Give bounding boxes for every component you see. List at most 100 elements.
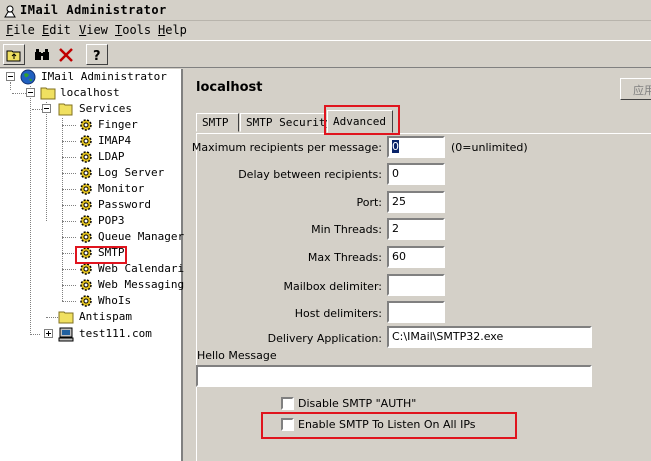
disable-auth-label: Disable SMTP "AUTH" <box>298 397 417 410</box>
max-threads-label: Max Threads: <box>307 251 382 264</box>
tree-item-label: Queue Manager <box>98 230 185 243</box>
gear-icon <box>80 247 92 259</box>
tree-item-monitor[interactable]: Monitor <box>0 181 183 197</box>
tree-item-label: Web Messaging <box>98 278 185 291</box>
min-threads-label: Min Threads: <box>311 223 382 236</box>
tree-item-label: Web Calendari <box>98 262 185 275</box>
menu-file[interactable]: File <box>6 23 35 37</box>
find-icon <box>35 49 49 60</box>
tree-item-label: IMAP4 <box>98 134 132 147</box>
delay-label: Delay between recipients: <box>238 168 382 181</box>
window-title: IMail Administrator <box>20 3 167 17</box>
tree-item-label: localhost <box>60 86 120 99</box>
delivery-app-input[interactable]: C:\IMail\SMTP32.exe <box>387 326 592 348</box>
tree-item-label: Monitor <box>98 182 145 195</box>
tree-item-services[interactable]: Services <box>0 101 183 117</box>
tree-item-label: LDAP <box>98 150 125 163</box>
listen-all-ips-checkbox[interactable] <box>281 418 294 431</box>
tree-item-label: Services <box>79 102 132 115</box>
tree-item-password[interactable]: Password <box>0 197 183 213</box>
min-threads-input[interactable]: 2 <box>387 218 445 240</box>
expand-icon[interactable] <box>44 329 53 338</box>
tree-item-label: Antispam <box>79 310 132 323</box>
tree-item-smtp[interactable]: SMTP <box>0 245 183 261</box>
menu-bar: File Edit View Tools Help <box>0 21 651 40</box>
gear-icon <box>80 151 92 163</box>
tab-smtp-security[interactable]: SMTP Security <box>240 113 332 132</box>
folder-icon <box>58 311 74 324</box>
tree-item-label: IMail Administrator <box>41 70 167 83</box>
gear-icon <box>80 199 92 211</box>
svg-text:?: ? <box>93 49 101 63</box>
max-recipients-input[interactable]: 0 <box>387 136 445 158</box>
app-icon <box>4 5 16 18</box>
delete-icon <box>59 48 73 62</box>
page-title: localhost <box>196 80 263 95</box>
host-delimiters-label: Host delimiters: <box>294 307 382 320</box>
tree-item-localhost[interactable]: localhost <box>0 85 183 101</box>
tree-item-web-messaging[interactable]: Web Messaging <box>0 277 185 293</box>
apply-button[interactable]: 应用 <box>620 78 651 100</box>
menu-edit[interactable]: Edit <box>42 23 71 37</box>
mailbox-delimiter-label: Mailbox delimiter: <box>283 280 382 293</box>
tab-advanced[interactable]: Advanced <box>327 110 393 133</box>
delivery-app-label: Delivery Application: <box>267 332 382 345</box>
hello-message-label: Hello Message <box>197 349 277 362</box>
gear-icon <box>80 263 92 275</box>
tree-item-root[interactable]: IMail Administrator <box>0 69 183 85</box>
gear-icon <box>80 183 92 195</box>
port-input[interactable]: 25 <box>387 191 445 213</box>
tree-item-ldap[interactable]: LDAP <box>0 149 183 165</box>
folder-icon <box>40 87 56 100</box>
max-recipients-hint: (0=unlimited) <box>451 141 528 154</box>
tree-item-label: Log Server <box>98 166 165 179</box>
tree-item-imap4[interactable]: IMAP4 <box>0 133 183 149</box>
tree-item-test111[interactable]: test111.com <box>0 326 183 342</box>
menu-tools[interactable]: Tools <box>115 23 151 37</box>
disable-auth-checkbox[interactable] <box>281 397 294 410</box>
tree-item-label: WhoIs <box>98 294 132 307</box>
menu-help[interactable]: Help <box>158 23 187 37</box>
tree-item-antispam[interactable]: Antispam <box>0 309 183 325</box>
gear-icon <box>80 215 92 227</box>
delay-input[interactable]: 0 <box>387 163 445 185</box>
up-folder-icon <box>6 50 21 62</box>
help-button[interactable]: ? <box>86 44 108 65</box>
tree-view: IMail Administrator localhost Services F… <box>0 69 185 461</box>
menu-view[interactable]: View <box>79 23 108 37</box>
host-delimiters-input[interactable] <box>387 301 445 323</box>
delete-button[interactable] <box>55 44 77 65</box>
gear-icon <box>80 231 92 243</box>
collapse-icon[interactable] <box>6 72 15 81</box>
tree-item-label: POP3 <box>98 214 125 227</box>
max-threads-input[interactable]: 60 <box>387 246 445 268</box>
globe-icon <box>20 69 36 85</box>
help-icon: ? <box>93 49 101 63</box>
toolbar: ? <box>0 40 651 68</box>
tree-item-label: Finger <box>98 118 138 131</box>
gear-icon <box>80 119 92 131</box>
gear-icon <box>80 135 92 147</box>
tree-item-finger[interactable]: Finger <box>0 117 183 133</box>
tree-item-whois[interactable]: WhoIs <box>0 293 183 309</box>
tree-item-queue-manager[interactable]: Queue Manager <box>0 229 185 245</box>
gear-icon <box>80 279 92 291</box>
folder-open-icon <box>58 103 73 116</box>
tree-item-label: test111.com <box>79 327 152 340</box>
hello-message-input[interactable] <box>196 365 592 387</box>
tree-item-pop3[interactable]: POP3 <box>0 213 183 229</box>
collapse-icon[interactable] <box>42 104 51 113</box>
title-bar: IMail Administrator <box>0 0 651 21</box>
tree-item-label: Password <box>98 198 151 211</box>
up-folder-button[interactable] <box>3 44 25 65</box>
port-label: Port: <box>356 196 382 209</box>
computer-icon <box>58 327 74 342</box>
listen-all-ips-label: Enable SMTP To Listen On All IPs <box>298 418 476 431</box>
tab-smtp[interactable]: SMTP <box>196 113 239 132</box>
max-recipients-label: Maximum recipients per message: <box>191 141 382 154</box>
tree-item-web-calendari[interactable]: Web Calendari <box>0 261 185 277</box>
tree-item-log-server[interactable]: Log Server <box>0 165 183 181</box>
find-button[interactable] <box>31 44 53 65</box>
collapse-icon[interactable] <box>26 88 35 97</box>
mailbox-delimiter-input[interactable] <box>387 274 445 296</box>
